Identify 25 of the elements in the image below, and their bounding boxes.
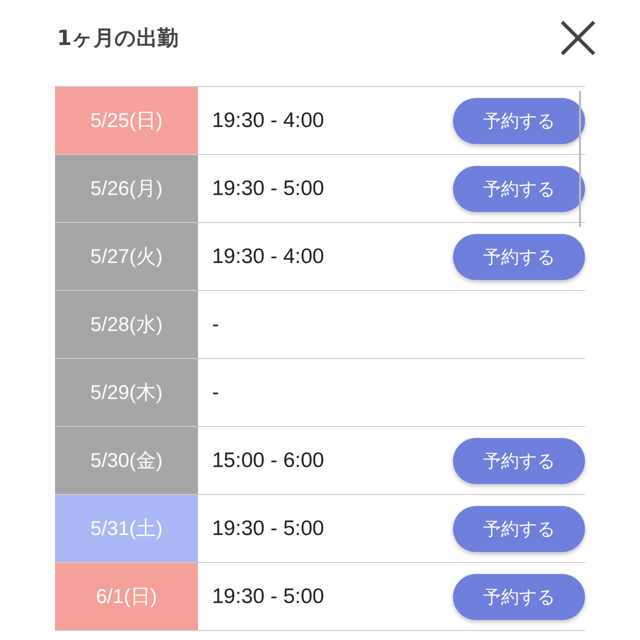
date-cell: 5/27(火) xyxy=(55,223,198,290)
date-cell: 5/30(金) xyxy=(55,427,198,494)
date-cell: 5/31(土) xyxy=(55,495,198,562)
time-cell-text: 19:30 - 5:00 xyxy=(211,176,326,200)
close-icon[interactable] xyxy=(560,20,596,56)
time-cell-text: 19:30 - 4:00 xyxy=(211,108,326,132)
time-cell-text: 15:00 - 6:00 xyxy=(211,448,326,472)
time-cell-text: - xyxy=(211,312,220,336)
date-cell: 5/26(月) xyxy=(55,155,198,222)
date-cell: 5/28(水) xyxy=(55,291,198,358)
reserve-button[interactable]: 予約する xyxy=(453,166,585,212)
reserve-button[interactable]: 予約する xyxy=(453,574,585,620)
time-cell-text: 19:30 - 5:00 xyxy=(211,584,326,608)
scrollbar[interactable] xyxy=(579,91,581,227)
reserve-button[interactable]: 予約する xyxy=(453,98,585,144)
time-cell-text: 19:30 - 4:00 xyxy=(211,244,326,268)
reserve-button[interactable]: 予約する xyxy=(453,438,585,484)
time-cell-text: - xyxy=(211,380,220,404)
reserve-button[interactable]: 予約する xyxy=(453,234,585,280)
dialog-title: 1ヶ月の出勤 xyxy=(57,25,179,52)
reserve-button[interactable]: 予約する xyxy=(453,506,585,552)
date-cell: 5/29(木) xyxy=(55,359,198,426)
date-cell: 6/1(日) xyxy=(55,563,198,630)
date-cell: 5/25(日) xyxy=(55,87,198,154)
time-cell-text: 19:30 - 5:00 xyxy=(211,516,326,540)
